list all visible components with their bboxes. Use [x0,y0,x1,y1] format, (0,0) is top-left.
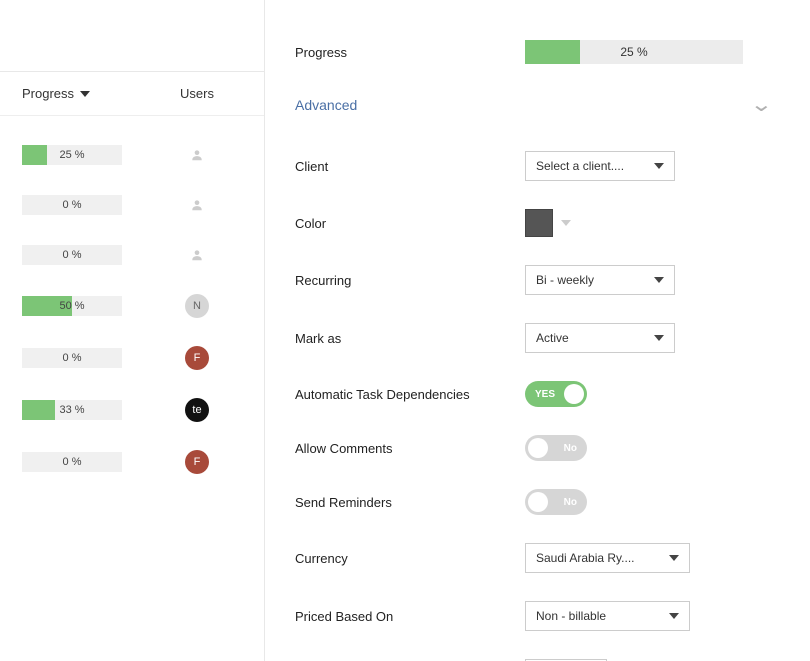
client-row: Client Select a client.... [295,151,770,181]
currency-label: Currency [295,551,525,566]
progress-row: Progress 25 % [295,40,770,64]
toggle-knob [528,438,548,458]
auto-dependencies-toggle[interactable]: YES [525,381,587,407]
toggle-knob [528,492,548,512]
recurring-row: Recurring Bi - weekly [295,265,770,295]
dropdown-caret-icon [654,163,664,169]
progress-bar-value: 25 % [525,40,743,64]
send-reminders-toggle[interactable]: No [525,489,587,515]
row-progress-value: 25 % [22,145,122,165]
person-icon [186,244,208,266]
task-row[interactable]: 0 % F [0,332,264,384]
advanced-section-toggle[interactable]: Advanced ⌄ [295,92,770,117]
priced-based-on-select[interactable]: Non - billable [525,601,690,631]
auto-dependencies-label: Automatic Task Dependencies [295,387,525,402]
avatar: N [185,294,209,318]
priced-based-on-label: Priced Based On [295,609,525,624]
priced-based-on-value: Non - billable [536,609,606,623]
sort-caret-icon [80,91,90,97]
column-header-progress[interactable]: Progress [22,86,142,101]
person-icon [186,194,208,216]
toggle-off-label: No [564,443,577,454]
toggle-on-label: YES [535,389,555,400]
list-header: Progress Users [0,72,264,116]
mark-as-row: Mark as Active [295,323,770,353]
chevron-down-icon: ⌄ [750,92,773,117]
person-icon [186,144,208,166]
row-progress-bar: 0 % [22,195,122,215]
task-row[interactable]: 50 % N [0,280,264,332]
client-label: Client [295,159,525,174]
row-progress-value: 0 % [22,195,122,215]
priced-based-on-row: Priced Based On Non - billable [295,601,770,631]
dropdown-caret-icon [669,613,679,619]
avatar: F [185,450,209,474]
color-swatch[interactable] [525,209,553,237]
task-row[interactable]: 0 % F [0,436,264,488]
row-user-cell [162,244,232,266]
row-progress-value: 33 % [22,400,122,420]
task-row[interactable]: 0 % [0,180,264,230]
allow-comments-toggle[interactable]: No [525,435,587,461]
row-progress-bar: 33 % [22,400,122,420]
row-user-cell: F [162,346,232,370]
task-row[interactable]: 25 % [0,130,264,180]
row-progress-value: 0 % [22,348,122,368]
color-row: Color [295,209,770,237]
main-panel: Progress 25 % Advanced ⌄ Client Select a… [265,0,810,661]
recurring-select-value: Bi - weekly [536,273,594,287]
sidebar-header-spacer [0,0,264,72]
row-progress-bar: 50 % [22,296,122,316]
mark-as-select[interactable]: Active [525,323,675,353]
row-user-cell: F [162,450,232,474]
column-header-progress-label: Progress [22,86,74,101]
row-progress-value: 0 % [22,245,122,265]
currency-row: Currency Saudi Arabia Ry.... [295,543,770,573]
row-user-cell [162,144,232,166]
client-select[interactable]: Select a client.... [525,151,675,181]
mark-as-select-value: Active [536,331,569,345]
task-rows: 25 % 0 % 0 % 50 % N 0 % F 33 % te 0 % F [0,116,264,661]
auto-dependencies-row: Automatic Task Dependencies YES [295,381,770,407]
dropdown-caret-icon [654,335,664,341]
row-progress-value: 50 % [22,296,122,316]
row-progress-bar: 0 % [22,245,122,265]
row-progress-bar: 0 % [22,348,122,368]
row-progress-value: 0 % [22,452,122,472]
client-select-value: Select a client.... [536,159,624,173]
color-label: Color [295,216,525,231]
toggle-off-label: No [564,497,577,508]
row-user-cell: N [162,294,232,318]
recurring-select[interactable]: Bi - weekly [525,265,675,295]
progress-bar[interactable]: 25 % [525,40,743,64]
currency-select[interactable]: Saudi Arabia Ry.... [525,543,690,573]
sidebar: Progress Users 25 % 0 % 0 % 50 % N 0 % F 33 % te… [0,0,265,661]
column-header-users[interactable]: Users [162,86,232,101]
avatar: te [185,398,209,422]
recurring-label: Recurring [295,273,525,288]
mark-as-label: Mark as [295,331,525,346]
allow-comments-label: Allow Comments [295,441,525,456]
progress-label: Progress [295,45,525,60]
advanced-link: Advanced [295,97,357,113]
send-reminders-row: Send Reminders No [295,489,770,515]
dropdown-caret-icon [669,555,679,561]
task-row[interactable]: 33 % te [0,384,264,436]
currency-select-value: Saudi Arabia Ry.... [536,551,635,565]
dropdown-caret-icon [654,277,664,283]
toggle-knob [564,384,584,404]
send-reminders-label: Send Reminders [295,495,525,510]
row-user-cell: te [162,398,232,422]
avatar: F [185,346,209,370]
task-row[interactable]: 0 % [0,230,264,280]
allow-comments-row: Allow Comments No [295,435,770,461]
row-progress-bar: 25 % [22,145,122,165]
dropdown-caret-icon[interactable] [561,220,571,226]
row-user-cell [162,194,232,216]
row-progress-bar: 0 % [22,452,122,472]
